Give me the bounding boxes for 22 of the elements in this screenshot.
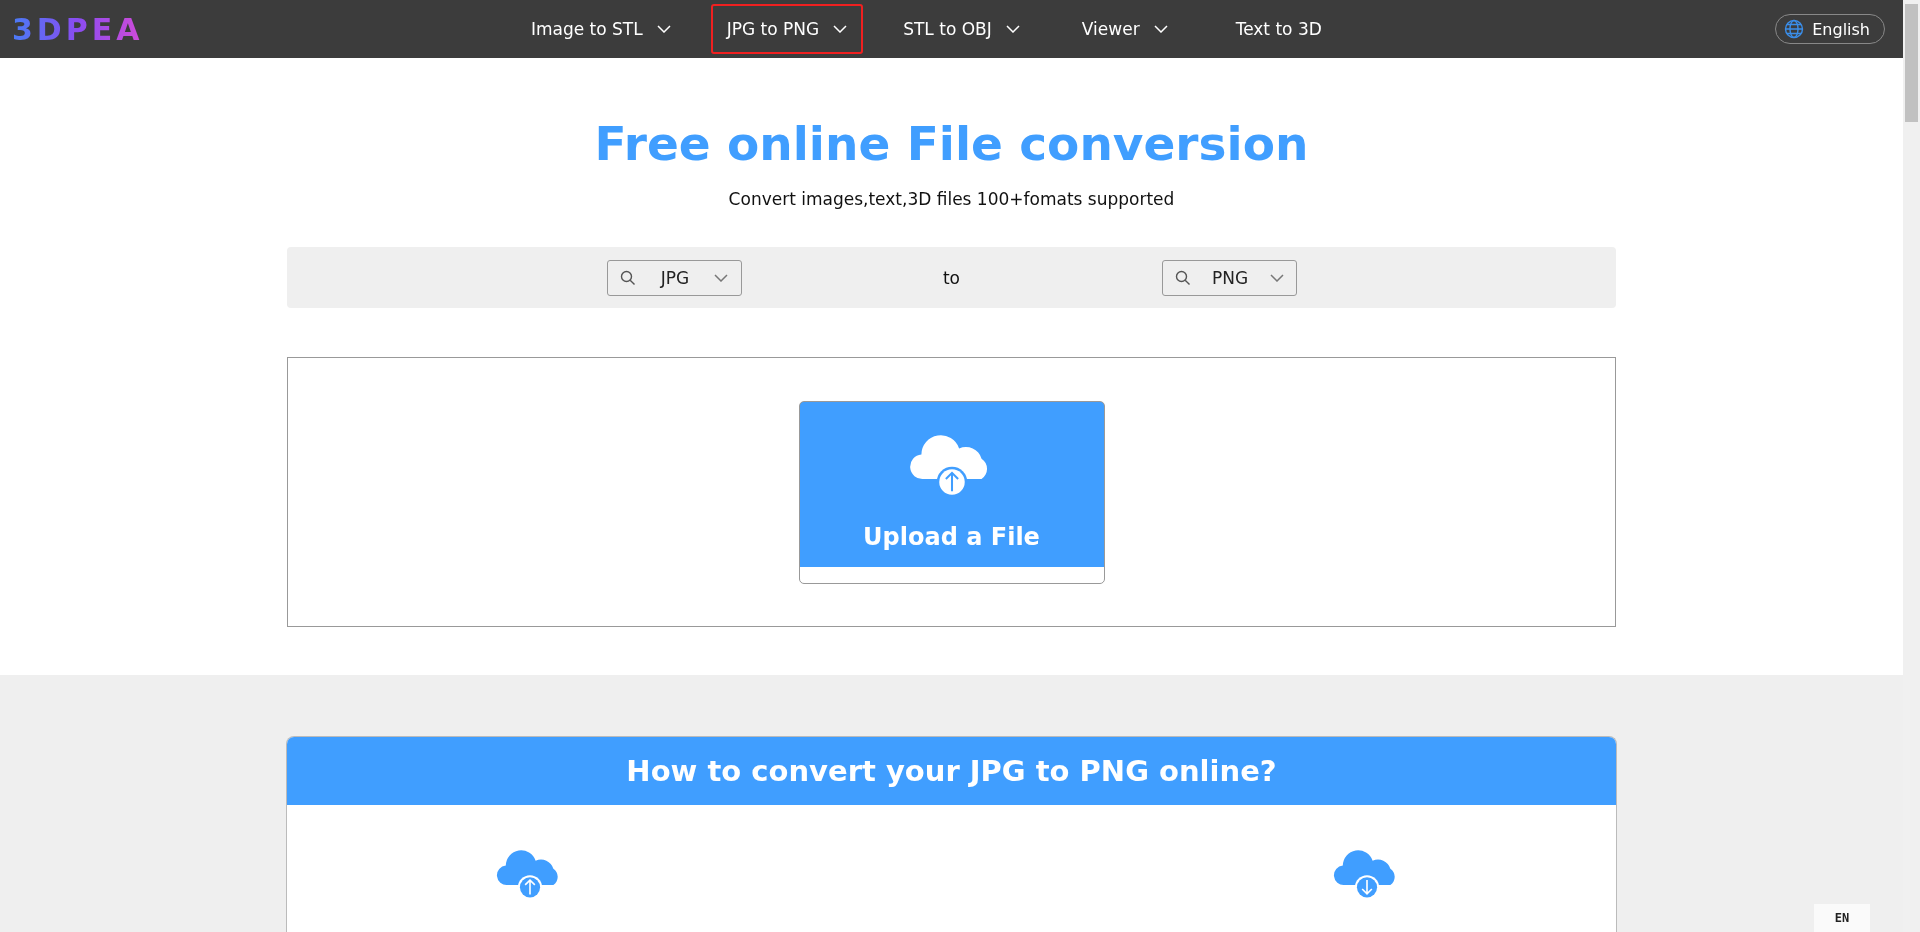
nav-menu-item[interactable]: JPG to PNG [710, 4, 864, 54]
page-title: Free online File conversion [594, 116, 1309, 171]
scrollbar[interactable] [1903, 0, 1920, 932]
chevron-down-icon [1005, 25, 1020, 33]
to-label: to [941, 267, 962, 288]
nav-menu-item[interactable]: STL to OBJ [887, 4, 1036, 54]
source-format-select[interactable]: JPG [606, 259, 742, 296]
chevron-down-icon [656, 25, 671, 33]
globe-icon [1784, 19, 1805, 39]
subtitle: Convert images,text,3D files 100+fomats supported [728, 189, 1175, 209]
nav-menu-item[interactable]: Image to STL [514, 4, 687, 54]
chevron-down-icon [714, 273, 729, 282]
chevron-down-icon [1269, 273, 1284, 282]
target-format-select[interactable]: PNG [1161, 259, 1297, 296]
nav-menu-item[interactable]: Viewer [1059, 4, 1190, 54]
search-icon [1174, 269, 1191, 286]
card-title: How to convert your JPG to PNG online? [626, 754, 1277, 788]
search-icon [619, 269, 636, 286]
chevron-down-icon [833, 25, 848, 33]
chevron-down-icon [1153, 25, 1168, 33]
nav-menu-item[interactable]: Text to 3D [1213, 4, 1344, 54]
input-method-indicator[interactable]: EN [1814, 904, 1870, 932]
